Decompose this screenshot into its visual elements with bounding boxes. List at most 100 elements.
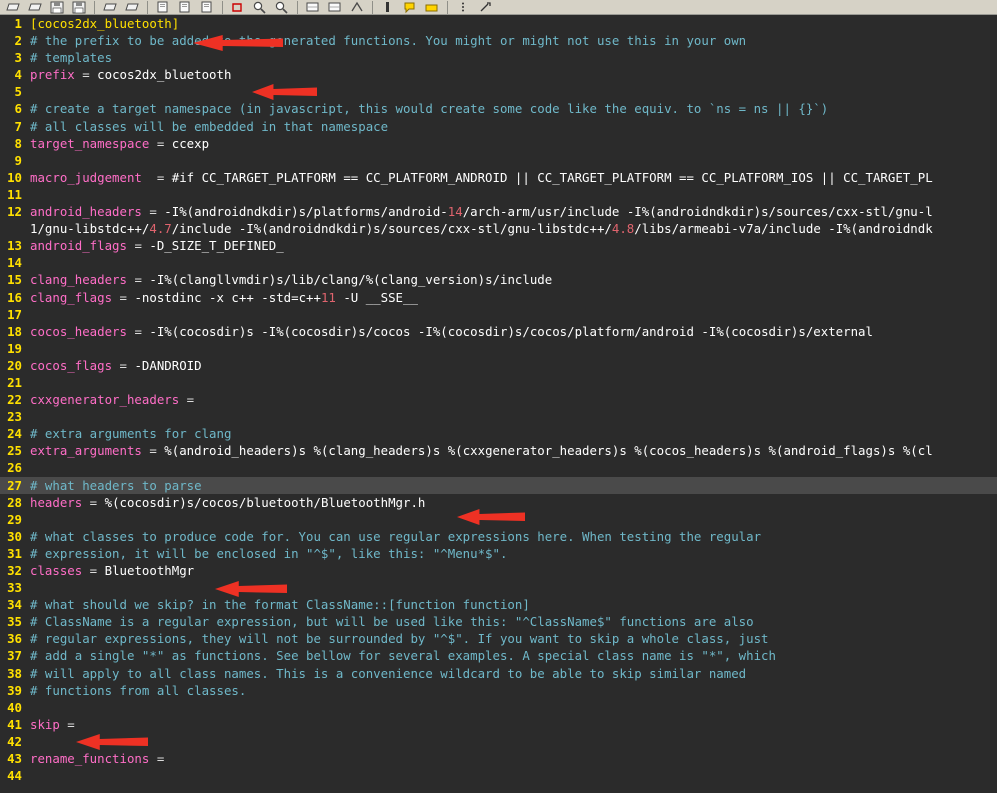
code-token: 4.8	[611, 221, 635, 237]
open-file-icon[interactable]	[24, 0, 46, 14]
code-token: =	[126, 238, 150, 254]
code-line[interactable]: 16 clang_flags = -nostdinc -x c++ -std=c+…	[0, 288, 997, 306]
code-line[interactable]: 43 rename_functions =	[0, 750, 997, 768]
code-line[interactable]: 44	[0, 767, 997, 785]
code-line[interactable]: 23	[0, 408, 997, 426]
line-text	[26, 186, 997, 203]
bookmark-icon[interactable]	[452, 0, 474, 14]
code-line[interactable]: 30 # what classes to produce code for. Yo…	[0, 527, 997, 545]
line-number: 24	[0, 425, 26, 443]
show-all-chars-icon[interactable]	[399, 0, 421, 14]
code-line[interactable]: 9	[0, 151, 997, 169]
code-line[interactable]: 29	[0, 510, 997, 528]
close-all-icon[interactable]	[121, 0, 143, 14]
code-token: =	[179, 392, 195, 408]
line-number: 10	[0, 168, 26, 186]
code-line[interactable]: 35 # ClassName is a regular expression, b…	[0, 613, 997, 631]
code-line[interactable]: 8 target_namespace = ccexp	[0, 134, 997, 152]
code-line[interactable]: 26	[0, 459, 997, 477]
new-file-icon[interactable]	[2, 0, 24, 14]
code-line[interactable]: 13 android_flags = -D_SIZE_T_DEFINED_	[0, 237, 997, 255]
code-token: 11	[320, 289, 336, 305]
line-text	[26, 699, 997, 716]
save-icon[interactable]	[46, 0, 68, 14]
sync-scroll-icon[interactable]	[346, 0, 368, 14]
code-line[interactable]: 42	[0, 732, 997, 751]
code-token: =	[82, 494, 105, 510]
code-line-wrapped-continuation[interactable]: 1/gnu-libstdc++/4.7/include -I%(androidn…	[0, 220, 997, 238]
find-icon[interactable]	[249, 0, 271, 14]
code-token: -D_SIZE_T_DEFINED_	[149, 238, 284, 254]
code-line[interactable]: 12 android_headers = -I%(androidndkdir)s/…	[0, 203, 997, 221]
code-token: headers	[30, 494, 83, 510]
code-line[interactable]: 22 cxxgenerator_headers =	[0, 391, 997, 409]
code-line[interactable]: 19	[0, 339, 997, 357]
code-line[interactable]: 11	[0, 185, 997, 204]
code-line[interactable]: 17	[0, 305, 997, 323]
line-number: 12	[0, 203, 26, 221]
line-text: # what headers to parse	[26, 476, 997, 494]
save-all-icon[interactable]	[68, 0, 90, 14]
line-text	[26, 459, 997, 476]
word-wrap-icon[interactable]	[377, 0, 399, 14]
code-editor-area[interactable]: 1 [cocos2dx_bluetooth] 2 # the prefix to be…	[0, 15, 997, 793]
code-line[interactable]: 40	[0, 698, 997, 716]
code-line[interactable]: 6 # create a target namespace (in javascr…	[0, 100, 997, 118]
line-number: 30	[0, 527, 26, 545]
code-line[interactable]: 39 # functions from all classes.	[0, 681, 997, 699]
code-line[interactable]: 25 extra_arguments = %(android_headers)s …	[0, 442, 997, 460]
code-line[interactable]: 27 # what headers to parse	[0, 476, 997, 494]
replace-icon[interactable]	[271, 0, 293, 14]
line-text: # the prefix to be added to the generate…	[26, 32, 997, 49]
cut-icon[interactable]	[152, 0, 174, 14]
line-text: rename_functions =	[26, 750, 997, 767]
code-line[interactable]: 5	[0, 83, 997, 101]
code-line[interactable]: 1 [cocos2dx_bluetooth]	[0, 15, 997, 33]
code-line[interactable]: 28 headers = %(cocosdir)s/cocos/bluetooth…	[0, 493, 997, 511]
code-line[interactable]: 2 # the prefix to be added to the generat…	[0, 32, 997, 50]
code-line[interactable]: 36 # regular expressions, they will not b…	[0, 630, 997, 648]
code-token: 14	[447, 204, 463, 220]
line-number: 17	[0, 305, 26, 323]
macro-record-icon[interactable]	[474, 0, 496, 14]
code-line[interactable]: 14	[0, 254, 997, 272]
code-line[interactable]: 21	[0, 373, 997, 392]
line-number: 27	[0, 476, 26, 494]
code-line[interactable]: 20 cocos_flags = -DANDROID	[0, 356, 997, 374]
code-line[interactable]: 37 # add a single "*" as functions. See b…	[0, 647, 997, 665]
code-line[interactable]: 32 classes = BluetoothMgr	[0, 562, 997, 580]
close-icon[interactable]	[99, 0, 121, 14]
line-number: 6	[0, 100, 26, 118]
indent-guide-icon[interactable]	[421, 0, 443, 14]
line-number: 9	[0, 151, 26, 169]
code-line[interactable]: 41 skip =	[0, 715, 997, 733]
code-line[interactable]: 34 # what should we skip? in the format C…	[0, 596, 997, 614]
code-line[interactable]: 7 # all classes will be embedded in that …	[0, 117, 997, 135]
paste-icon[interactable]	[196, 0, 218, 14]
line-number: 4	[0, 66, 26, 84]
code-line[interactable]: 38 # will apply to all class names. This …	[0, 664, 997, 682]
toolbar[interactable]	[0, 0, 997, 15]
code-line[interactable]: 4 prefix = cocos2dx_bluetooth	[0, 66, 997, 84]
zoom-out-icon[interactable]	[324, 0, 346, 14]
code-token: macro_judgement	[30, 169, 142, 185]
line-number: 28	[0, 493, 26, 511]
line-number: 21	[0, 373, 26, 392]
code-token: classes	[30, 563, 83, 578]
zoom-in-icon[interactable]	[302, 0, 324, 14]
code-line[interactable]: 3 # templates	[0, 49, 997, 67]
code-token: # add a single "*" as functions. See bel…	[30, 648, 776, 664]
line-text	[26, 408, 997, 425]
line-text: 1/gnu-libstdc++/4.7/include -I%(androidn…	[26, 220, 997, 237]
line-text: cxxgenerator_headers =	[26, 391, 997, 408]
code-line[interactable]: 10 macro_judgement = #if CC_TARGET_PLATFO…	[0, 168, 997, 186]
code-line[interactable]: 24 # extra arguments for clang	[0, 425, 997, 443]
copy-icon[interactable]	[174, 0, 196, 14]
line-number: 22	[0, 391, 26, 409]
code-line[interactable]: 31 # expression, it will be enclosed in "…	[0, 544, 997, 562]
code-line[interactable]: 33	[0, 579, 997, 597]
undo-icon[interactable]	[227, 0, 249, 14]
code-token: android_flags	[30, 238, 127, 254]
code-line[interactable]: 15 clang_headers = -I%(clangllvmdir)s/lib…	[0, 271, 997, 289]
code-line[interactable]: 18 cocos_headers = -I%(cocosdir)s -I%(coc…	[0, 322, 997, 340]
